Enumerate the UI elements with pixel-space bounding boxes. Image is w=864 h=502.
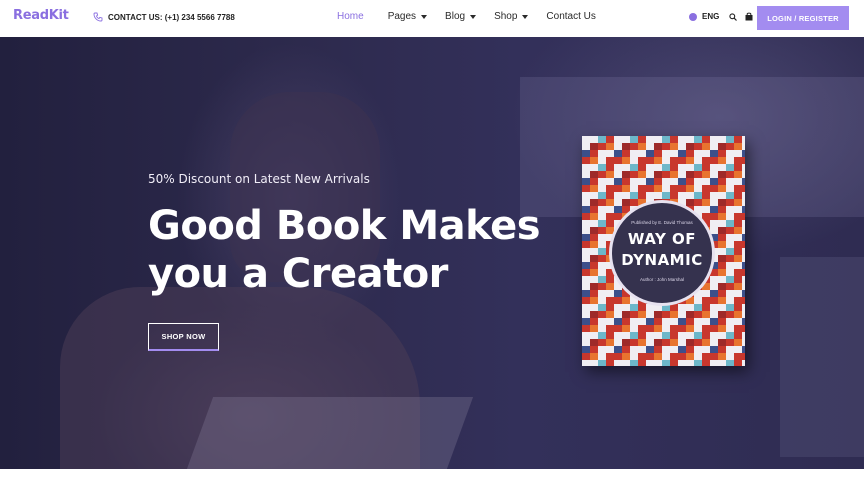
chevron-down-icon	[470, 15, 477, 19]
discount-text: 50% Discount on Latest New Arrivals	[148, 172, 370, 186]
phone-icon	[93, 12, 103, 22]
site-header: ReadKit CONTACT US: (+1) 234 5566 7788 H…	[0, 0, 864, 36]
contact-info: CONTACT US: (+1) 234 5566 7788	[93, 12, 235, 22]
book-publisher: Published by E. David Thomas	[631, 220, 693, 225]
nav-shop[interactable]: Shop	[494, 11, 529, 22]
chevron-down-icon	[522, 15, 529, 19]
nav-contact-us[interactable]: Contact Us	[546, 11, 595, 22]
page-below-hero	[0, 469, 864, 502]
logo[interactable]: ReadKit	[13, 8, 69, 23]
nav-pages[interactable]: Pages	[388, 11, 428, 22]
main-nav: Home Pages Blog Shop Contact Us	[337, 11, 596, 22]
hero-banner: 50% Discount on Latest New Arrivals Good…	[0, 37, 864, 469]
book-cover[interactable]: Published by E. David Thomas WAY OF DYNA…	[582, 136, 745, 366]
shop-now-button[interactable]: SHOP NOW	[148, 323, 219, 351]
login-register-button[interactable]: LOGIN / REGISTER	[757, 6, 849, 30]
hero-headline: Good Book Makes you a Creator	[148, 203, 541, 297]
chevron-down-icon	[421, 15, 428, 19]
language-selector[interactable]: ENG	[702, 12, 719, 21]
shopping-bag-icon[interactable]	[745, 12, 753, 21]
book-title-badge: Published by E. David Thomas WAY OF DYNA…	[609, 200, 715, 306]
nav-blog[interactable]: Blog	[445, 11, 477, 22]
globe-icon	[689, 12, 697, 21]
header-tools: ENG	[689, 12, 753, 21]
book-title: WAY OF DYNAMIC	[621, 230, 703, 269]
nav-home[interactable]: Home	[337, 11, 364, 22]
contact-text: CONTACT US: (+1) 234 5566 7788	[108, 12, 235, 22]
book-author: Author : John Marshal	[639, 277, 685, 282]
search-icon[interactable]	[729, 12, 738, 21]
